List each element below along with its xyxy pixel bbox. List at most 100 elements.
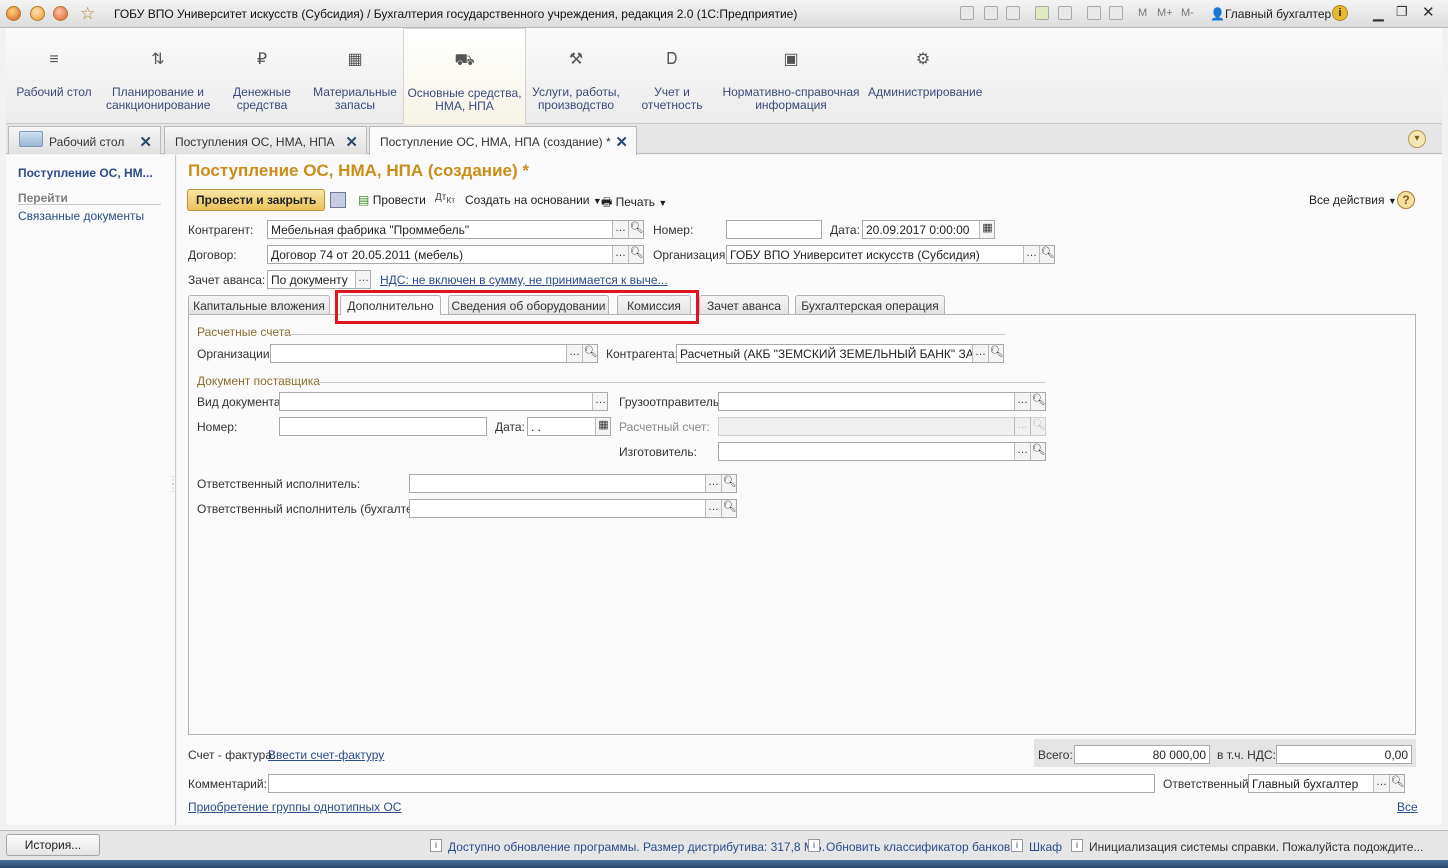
save-icon[interactable] [960, 6, 974, 20]
section-accounting[interactable]: Ꭰ Учет и отчетность [639, 28, 705, 124]
history-button[interactable]: История... [6, 834, 100, 856]
doc-number-field[interactable] [279, 417, 487, 436]
memory-plus-button[interactable]: M+ [1157, 7, 1173, 19]
organization-label: Организация: [653, 248, 729, 262]
minimize-icon[interactable]: ▁ [1373, 5, 1384, 22]
tab-advance-offset[interactable]: Зачет аванса [699, 295, 789, 314]
tabs-dropdown-icon[interactable]: ▾ [1408, 130, 1426, 148]
section-fixed-assets[interactable]: ⛟ Основные средства, НМА, НПА [403, 28, 526, 125]
help-icon[interactable]: ? [1397, 191, 1415, 209]
section-admin[interactable]: ⚙ Администрирование [868, 28, 982, 124]
responsible-accountant-field[interactable]: … 🔍︎ [409, 499, 737, 518]
close-tab-icon[interactable]: ✕ [139, 133, 152, 151]
select-button[interactable]: … [566, 345, 582, 362]
search-icon[interactable]: 🔍︎ [582, 345, 597, 362]
select-button[interactable]: … [1014, 443, 1030, 460]
date-field[interactable]: 20.09.2017 0:00:00 ▦ [862, 220, 995, 239]
section-services[interactable]: ⚒ Услуги, работы, производство [530, 28, 622, 124]
calendar-icon[interactable]: ▦ [979, 221, 994, 238]
close-tab-icon[interactable]: ✕ [615, 133, 628, 151]
all-actions-button[interactable]: Все действия ▼ [1309, 193, 1397, 207]
tab-desktop[interactable]: Рабочий стол ✕ [8, 126, 161, 154]
calendar-icon[interactable] [1109, 6, 1123, 20]
search-icon[interactable]: 🔍︎ [1389, 775, 1404, 792]
update-banks-link[interactable]: Обновить классификатор банков [826, 840, 1010, 854]
kontr-account-field[interactable]: Расчетный (АКБ "ЗЕМСКИЙ ЗЕМЕЛЬНЫЙ БАНК" … [676, 344, 1004, 363]
tab-receipt-create[interactable]: Поступление ОС, НМА, НПА (создание) * ✕ [369, 126, 637, 155]
search-icon[interactable]: 🔍︎ [721, 500, 736, 517]
search-icon[interactable]: 🔍︎ [1030, 393, 1045, 410]
select-button[interactable]: … [1023, 246, 1039, 263]
close-tab-icon[interactable]: ✕ [345, 133, 358, 151]
enter-invoice-link[interactable]: Ввести счет-фактуру [268, 748, 384, 762]
search-icon[interactable]: 🔍︎ [1030, 443, 1045, 460]
calendar-icon[interactable]: ▦ [595, 418, 610, 435]
calculator-icon[interactable] [1087, 6, 1101, 20]
responsible-executor-field[interactable]: … 🔍︎ [409, 474, 737, 493]
vat-link[interactable]: НДС: не включен в сумму, не принимается … [380, 273, 668, 287]
app-logo-icon[interactable] [6, 6, 21, 21]
select-button[interactable]: … [972, 345, 988, 362]
search-icon[interactable]: 🔍︎ [1039, 246, 1054, 263]
print-button[interactable]: 🖶 Печать ▼ [601, 193, 667, 214]
add-favorite-icon[interactable] [1035, 6, 1049, 20]
current-user[interactable]: 👤Главный бухгалтер [1210, 7, 1331, 21]
organization-field[interactable]: ГОБУ ВПО Университет искусств (Субсидия)… [726, 245, 1055, 264]
doc-type-field[interactable]: … [279, 392, 608, 411]
search-icon[interactable]: 🔍︎ [628, 246, 643, 263]
info-icon[interactable]: i [1332, 5, 1348, 21]
tab-receipts-list[interactable]: Поступления ОС, НМА, НПА ✕ [164, 126, 367, 154]
search-icon[interactable]: 🔍︎ [721, 475, 736, 492]
nav-current-document[interactable]: Поступление ОС, НМ... [18, 166, 153, 180]
close-window-icon[interactable]: ✕ [1422, 3, 1435, 21]
section-planning[interactable]: ⇅ Планирование и санкционирование [106, 28, 210, 124]
select-button[interactable]: … [355, 271, 370, 288]
tab-accounting-operation[interactable]: Бухгалтерская операция [795, 295, 945, 314]
select-button[interactable]: … [612, 221, 628, 238]
history-icon[interactable] [1058, 6, 1072, 20]
maker-label: Изготовитель: [619, 445, 697, 459]
restore-icon[interactable]: ❐ [1396, 4, 1408, 20]
save-icon[interactable] [330, 192, 346, 208]
post-button[interactable]: ▤ Провести [358, 193, 426, 207]
memory-button[interactable]: M [1138, 7, 1147, 19]
preview-icon[interactable] [1006, 6, 1020, 20]
kontragent-field[interactable]: Мебельная фабрика "Проммебель"… 🔍︎ [267, 220, 644, 239]
select-button[interactable]: … [612, 246, 628, 263]
search-icon[interactable]: 🔍︎ [988, 345, 1003, 362]
nav-related-documents[interactable]: Связанные документы [18, 209, 144, 223]
select-button[interactable]: … [705, 500, 721, 517]
main-menu-icon[interactable] [30, 6, 45, 21]
tab-capital-investments[interactable]: Капитальные вложения [188, 295, 330, 314]
maker-field[interactable]: … 🔍︎ [718, 442, 1046, 461]
advance-offset-field[interactable]: По документу… [267, 270, 371, 289]
contract-field[interactable]: Договор 74 от 20.05.2011 (мебель)… 🔍︎ [267, 245, 644, 264]
search-icon[interactable]: 🔍︎ [628, 221, 643, 238]
all-link[interactable]: Все [1397, 800, 1418, 814]
update-available-link[interactable]: Доступно обновление программы. Размер ди… [448, 840, 825, 854]
print-icon[interactable] [984, 6, 998, 20]
org-account-field[interactable]: … 🔍︎ [270, 344, 598, 363]
shkaf-link[interactable]: Шкаф [1029, 840, 1062, 854]
memory-minus-button[interactable]: M- [1181, 7, 1194, 19]
responsible-field[interactable]: Главный бухгалтер… 🔍︎ [1248, 774, 1405, 793]
create-based-on-button[interactable]: Создать на основании ▼ [465, 193, 602, 207]
select-button[interactable]: … [592, 393, 607, 410]
select-button[interactable]: … [1014, 393, 1030, 410]
select-button[interactable]: … [705, 475, 721, 492]
select-button[interactable]: … [1373, 775, 1389, 792]
home-icon[interactable] [53, 6, 68, 21]
comment-field[interactable] [268, 774, 1155, 793]
title-bar: ☆ ГОБУ ВПО Университет искусств (Субсиди… [0, 0, 1448, 28]
dt-kt-icon[interactable]: ДтКт [435, 192, 455, 205]
favorites-star-icon[interactable]: ☆ [80, 4, 95, 24]
post-and-close-button[interactable]: Провести и закрыть [187, 189, 326, 211]
section-money[interactable]: ₽ Денежные средства [225, 28, 299, 124]
shipper-field[interactable]: … 🔍︎ [718, 392, 1046, 411]
number-field[interactable] [726, 220, 822, 239]
doc-date-field[interactable]: . . ▦ [527, 417, 611, 436]
section-materials[interactable]: ▦ Материальные запасы [313, 28, 397, 124]
section-reference[interactable]: ▣ Нормативно-справочная информация [722, 28, 860, 124]
group-purchase-link[interactable]: Приобретение группы однотипных ОС [188, 800, 401, 814]
section-desktop[interactable]: ≡ Рабочий стол [14, 28, 94, 124]
